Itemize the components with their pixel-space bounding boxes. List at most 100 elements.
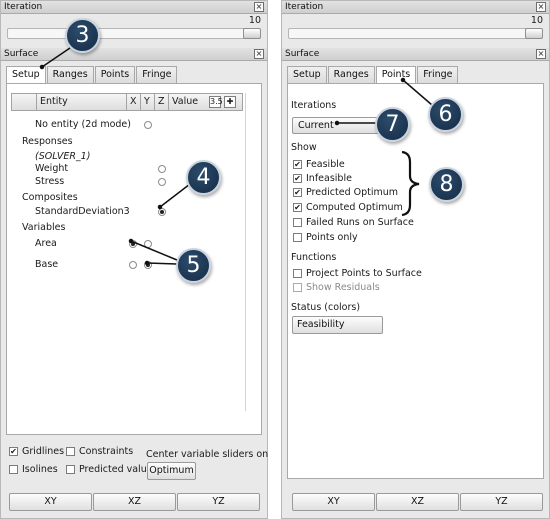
add-entity-icon[interactable]: ✚: [224, 96, 236, 108]
grid-header-z[interactable]: Z: [155, 94, 169, 110]
constraints-checkbox[interactable]: [66, 447, 75, 456]
show-points-only-option[interactable]: Points only: [293, 232, 358, 243]
iterations-heading: Iterations: [291, 100, 337, 111]
show-infeasible-option[interactable]: ✔ Infeasible: [293, 173, 352, 184]
isolines-option[interactable]: Isolines: [9, 464, 58, 475]
iteration-titlebar: Iteration ×: [1, 1, 267, 14]
iteration-value: 10: [530, 15, 543, 26]
status-colors-value: Feasibility: [297, 319, 345, 330]
grid-header-x[interactable]: X: [127, 94, 141, 110]
iteration-titlebar: Iteration ×: [282, 1, 549, 14]
show-residuals-checkbox: [293, 283, 302, 292]
stddev-label: StandardDeviation3: [35, 206, 130, 217]
infeasible-checkbox[interactable]: ✔: [293, 174, 302, 183]
tab-points[interactable]: Points: [94, 66, 136, 83]
area-x-radio[interactable]: [129, 240, 137, 248]
callout-4-badge: 4: [186, 160, 221, 195]
show-feasible-option[interactable]: ✔ Feasible: [293, 159, 345, 170]
gridlines-label: Gridlines: [22, 446, 65, 457]
tab-fringe[interactable]: Fringe: [136, 66, 178, 83]
callout-8-badge: 8: [429, 167, 464, 202]
iteration-slider-handle[interactable]: [243, 28, 261, 39]
iteration-slider-track[interactable]: [288, 28, 541, 39]
iteration-title: Iteration: [285, 2, 324, 12]
surface-panel-points: Iteration × 10 Surface × Setup Ranges Po…: [281, 0, 550, 519]
predicted-optimum-label: Predicted Optimum: [306, 187, 399, 198]
view-xy-button[interactable]: XY: [292, 493, 375, 511]
iteration-value: 10: [248, 15, 261, 26]
no-entity-label: No entity (2d mode): [35, 119, 131, 130]
constraints-label: Constraints: [79, 446, 134, 457]
tab-ranges[interactable]: Ranges: [46, 66, 94, 83]
gridlines-option[interactable]: ✔ Gridlines: [9, 446, 64, 457]
grid-scrollbar[interactable]: [245, 93, 257, 411]
base-label: Base: [35, 259, 59, 270]
surface-titlebar: Surface ×: [282, 48, 549, 61]
iterations-select-value: Current: [298, 120, 334, 131]
predicted-value-checkbox[interactable]: [66, 465, 75, 474]
predicted-value-label: Predicted value: [79, 464, 153, 475]
close-icon[interactable]: ×: [254, 2, 264, 12]
view-yz-button[interactable]: YZ: [177, 493, 260, 511]
gridlines-checkbox[interactable]: ✔: [9, 447, 18, 456]
callout-6-badge: 6: [428, 97, 463, 132]
grid-header-entity[interactable]: Entity: [37, 94, 127, 110]
iterations-select[interactable]: Current: [292, 117, 382, 134]
failed-runs-checkbox[interactable]: [293, 218, 302, 227]
tab-setup[interactable]: Setup: [6, 66, 46, 84]
view-yz-button[interactable]: YZ: [460, 493, 543, 511]
grid-header-value[interactable]: Value: [169, 94, 207, 110]
close-icon[interactable]: ×: [536, 49, 546, 59]
status-colors-select[interactable]: Feasibility: [292, 316, 383, 334]
tab-bar: Setup Ranges Points Fringe: [6, 66, 178, 84]
show-computed-optimum-option[interactable]: ✔ Computed Optimum: [293, 202, 403, 213]
project-points-option[interactable]: Project Points to Surface: [293, 268, 422, 279]
solver-label: (SOLVER_1): [35, 151, 91, 162]
tab-fringe[interactable]: Fringe: [417, 66, 459, 83]
view-xy-button[interactable]: XY: [9, 493, 92, 511]
show-residuals-label: Show Residuals: [306, 282, 380, 293]
show-predicted-optimum-option[interactable]: ✔ Predicted Optimum: [293, 187, 398, 198]
tab-ranges[interactable]: Ranges: [327, 66, 375, 83]
tab-bar: Setup Ranges Points Fringe: [287, 66, 459, 84]
optimum-button[interactable]: Optimum: [147, 462, 196, 480]
no-entity-radio[interactable]: [144, 121, 152, 129]
stddev-y-radio[interactable]: [158, 208, 166, 216]
tab-points[interactable]: Points: [375, 66, 417, 84]
predicted-value-option[interactable]: Predicted value: [66, 464, 153, 475]
close-icon[interactable]: ×: [536, 2, 546, 12]
setup-tab-content: Entity X Y Z Value 3.5 ✚ No entity (2d m…: [6, 83, 262, 435]
value-format-icon[interactable]: 3.5: [209, 96, 223, 108]
isolines-label: Isolines: [22, 464, 58, 475]
surface-title: Surface: [285, 49, 320, 59]
computed-optimum-checkbox[interactable]: ✔: [293, 203, 302, 212]
callout-3-badge: 3: [65, 18, 100, 53]
view-xz-button[interactable]: XZ: [376, 493, 459, 511]
project-points-label: Project Points to Surface: [306, 268, 422, 279]
iteration-slider-track[interactable]: [7, 28, 259, 39]
show-heading: Show: [291, 142, 317, 153]
grid-header-y[interactable]: Y: [141, 94, 155, 110]
variables-heading: Variables: [22, 222, 66, 233]
infeasible-label: Infeasible: [306, 173, 352, 184]
base-x-radio[interactable]: [129, 261, 137, 269]
points-only-checkbox[interactable]: [293, 233, 302, 242]
responses-heading: Responses: [22, 136, 73, 147]
callout-7-badge: 7: [375, 107, 410, 142]
project-points-checkbox[interactable]: [293, 269, 302, 278]
isolines-checkbox[interactable]: [9, 465, 18, 474]
weight-y-radio[interactable]: [158, 165, 166, 173]
feasible-checkbox[interactable]: ✔: [293, 160, 302, 169]
view-xz-button[interactable]: XZ: [93, 493, 176, 511]
iteration-slider-handle[interactable]: [525, 28, 543, 39]
base-y-radio[interactable]: [144, 261, 152, 269]
tab-setup[interactable]: Setup: [287, 66, 327, 83]
show-failed-runs-option[interactable]: Failed Runs on Surface: [293, 217, 414, 228]
iteration-title: Iteration: [4, 2, 43, 12]
constraints-option[interactable]: Constraints: [66, 446, 133, 457]
stress-y-radio[interactable]: [158, 178, 166, 186]
close-icon[interactable]: ×: [254, 49, 264, 59]
surface-titlebar: Surface ×: [1, 48, 267, 61]
area-y-radio[interactable]: [144, 240, 152, 248]
predicted-optimum-checkbox[interactable]: ✔: [293, 188, 302, 197]
